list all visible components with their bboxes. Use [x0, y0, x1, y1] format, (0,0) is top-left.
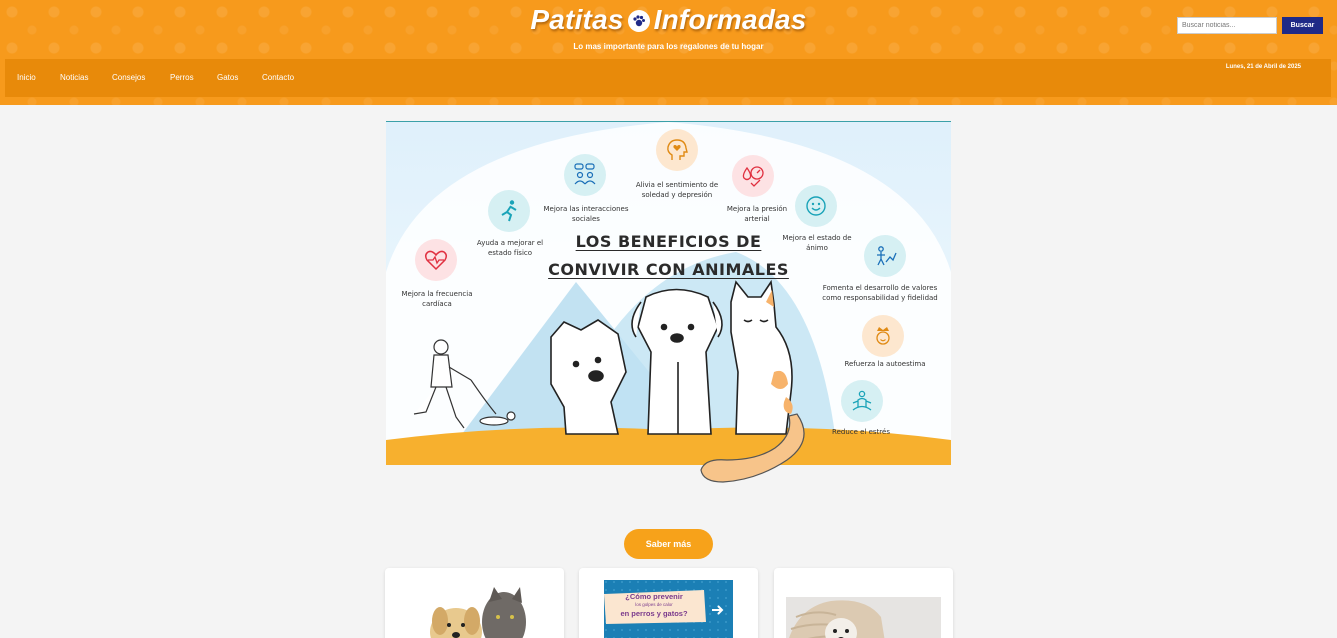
meditation-icon: [841, 380, 883, 422]
nav-item-perros[interactable]: Perros: [170, 73, 194, 82]
paw-logo-icon: [627, 10, 650, 32]
heat-stroke-prevention-graphic[interactable]: ¿Cómo prevenir los golpes de calor en pe…: [604, 580, 733, 638]
current-date: Lunes, 21 de Abril de 2025: [1225, 64, 1301, 70]
site-title[interactable]: Patitas Informadas: [0, 4, 1337, 36]
crown-icon: [862, 315, 904, 357]
news-card[interactable]: ¿Cómo prevenir los golpes de calor en pe…: [579, 568, 758, 638]
nav-item-contacto[interactable]: Contacto: [262, 73, 294, 82]
puppy-and-kitten-photo[interactable]: [394, 577, 555, 638]
benefit-self-esteem: Refuerza la autoestima: [844, 360, 926, 368]
search-button[interactable]: Buscar: [1282, 17, 1323, 34]
nav-item-inicio[interactable]: Inicio: [17, 73, 36, 82]
site-title-part1: Patitas: [530, 4, 624, 35]
cat-tail-illustration: [700, 413, 805, 483]
nav-item-consejos[interactable]: Consejos: [112, 73, 145, 82]
head-heart-icon: [656, 129, 698, 171]
smiley-icon: [795, 185, 837, 227]
dog-in-blanket-photo[interactable]: [786, 597, 941, 638]
card-caption-line1: ¿Cómo prevenir: [625, 592, 683, 601]
heart-pulse-icon: [415, 239, 457, 281]
people-chat-icon: [564, 154, 606, 196]
main-nav: Inicio Noticias Consejos Perros Gatos Co…: [5, 59, 1331, 97]
values-icon: [864, 235, 906, 277]
blood-pressure-icon: [732, 155, 774, 197]
benefit-loneliness: Alivia el sentimiento de soledad y depre…: [635, 181, 719, 199]
card-caption-line3: en perros y gatos?: [620, 609, 688, 618]
site-header: Patitas Informadas Lo mas importante para…: [0, 0, 1337, 105]
news-card[interactable]: [385, 568, 564, 638]
benefit-heart-rate: Mejora la frecuencia cardíaca: [401, 290, 473, 308]
benefit-blood-pressure: Mejora la presión arterial: [726, 205, 788, 223]
benefit-stress: Reduce el estrés: [832, 428, 890, 436]
search-input[interactable]: [1177, 17, 1277, 34]
saber-mas-button[interactable]: Saber más: [624, 529, 713, 559]
site-title-part2: Informadas: [653, 4, 807, 35]
benefit-social: Mejora las interacciones sociales: [543, 205, 629, 223]
benefit-values: Fomenta el desarrollo de valores como re…: [822, 284, 938, 302]
site-tagline: Lo mas importante para los regalones de …: [573, 42, 764, 51]
benefit-mood: Mejora el estado de ánimo: [782, 234, 852, 252]
nav-item-noticias[interactable]: Noticias: [60, 73, 88, 82]
card-caption-line2: los golpes de calor: [635, 602, 673, 607]
nav-item-gatos[interactable]: Gatos: [217, 73, 238, 82]
runner-icon: [488, 190, 530, 232]
news-card[interactable]: [774, 568, 953, 638]
benefit-physical: Ayuda a mejorar el estado físico: [476, 239, 544, 257]
benefits-infographic[interactable]: LOS BENEFICIOS DE CONVIVIR CON ANIMALES …: [386, 121, 951, 465]
